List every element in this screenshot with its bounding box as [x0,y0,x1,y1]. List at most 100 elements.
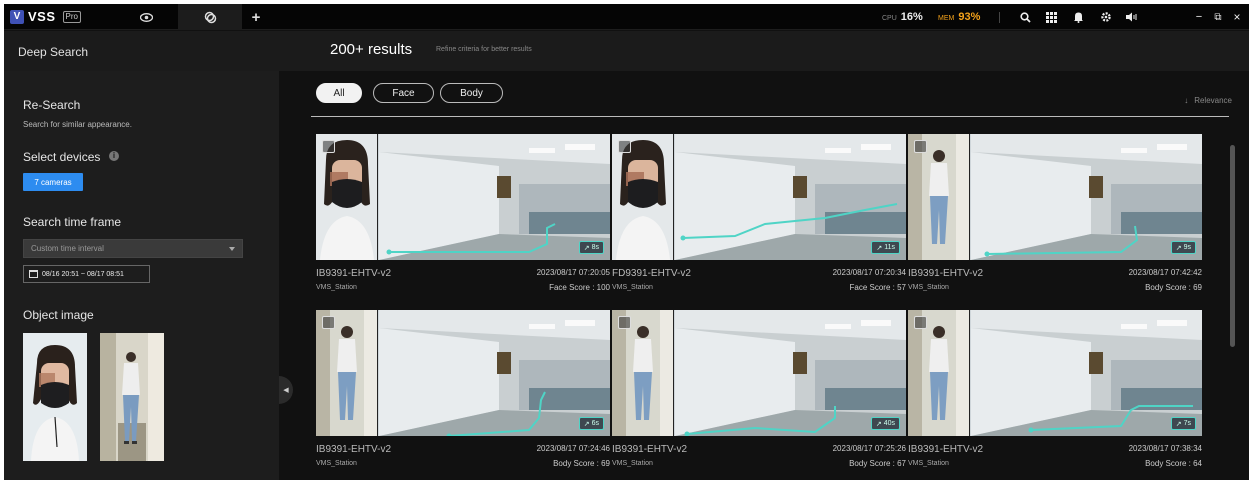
result-thumbnail[interactable]: ↗ 40s [612,310,906,436]
camera-name: IB9391-EHTV-v2 [908,268,984,279]
time-frame-title: Search time frame [23,215,122,229]
search-icon[interactable] [1017,9,1033,25]
calendar-icon [29,270,38,278]
duration-value: 11s [884,244,895,251]
results-scrollbar[interactable] [1230,145,1235,347]
tab-live-view[interactable] [114,4,178,30]
filter-chip-body[interactable]: Body [440,83,503,103]
grid-icon[interactable] [1043,9,1059,25]
camera-name: FD9391-EHTV-v2 [612,268,691,279]
cpu-usage: CPU 16% [882,11,923,23]
restore-icon[interactable]: ⧉ [1210,9,1226,25]
page-title: Deep Search [18,45,89,59]
search-criteria-panel: Re-Search Search for similar appearance.… [4,71,279,480]
select-devices-title: Select devices [23,150,101,164]
results-hint: Refine criteria for better results [436,46,532,53]
station-name: VMS_Station [612,460,653,467]
expand-icon[interactable] [322,140,335,153]
minimize-icon[interactable]: − [1191,9,1207,25]
trail-duration-badge: ↗ 9s [1170,241,1196,254]
match-score: Body Score : 64 [1145,459,1202,468]
object-image-body[interactable] [100,333,164,461]
result-thumbnail[interactable]: ↗ 11s [612,134,906,260]
trend-icon: ↗ [583,420,590,428]
cpu-value: 16% [900,11,923,23]
sort-control[interactable]: ↓ Relevance [1184,96,1232,105]
result-card[interactable]: ↗ 8s IB9391-EHTV-v2 2023/08/17 07:20:05 … [316,134,610,299]
close-icon[interactable]: × [1229,9,1245,25]
duration-value: 6s [591,420,599,427]
filter-chip-face[interactable]: Face [373,83,434,103]
add-tab-button[interactable]: + [244,4,268,30]
result-thumbnail[interactable]: ↗ 8s [316,134,610,260]
expand-icon[interactable] [618,140,631,153]
station-name: VMS_Station [908,460,949,467]
result-card[interactable]: ↗ 6s IB9391-EHTV-v2 2023/08/17 07:24:46 … [316,310,610,475]
camera-scene-image [379,310,610,436]
result-card[interactable]: ↗ 11s FD9391-EHTV-v2 2023/08/17 07:20:34… [612,134,906,299]
capture-time: 2023/08/17 07:38:34 [1128,444,1202,453]
station-name: VMS_Station [316,460,357,467]
camera-scene-image [971,134,1202,260]
date-range-value: 08/16 20:51 ~ 08/17 08:51 [42,270,124,278]
trail-duration-badge: ↗ 40s [870,417,900,430]
page-header: Deep Search 200+ results Refine criteria… [4,31,1249,71]
cpu-label: CPU [882,15,897,22]
time-interval-select[interactable]: Custom time interval [23,239,243,258]
trail-duration-badge: ↗ 8s [578,241,604,254]
chevron-down-icon [229,246,235,251]
app-window: V VSS Pro + CPU 16% MEM 93% − ⧉ × Deep S… [4,4,1249,480]
capture-time: 2023/08/17 07:24:46 [536,444,610,453]
filter-chip-all[interactable]: All [316,83,362,103]
trail-duration-badge: ↗ 7s [1170,417,1196,430]
result-thumbnail[interactable]: ↗ 9s [908,134,1202,260]
select-cameras-button[interactable]: 7 cameras [23,173,83,191]
duration-value: 9s [1183,244,1191,251]
match-score: Face Score : 57 [849,283,906,292]
app-logo: V VSS Pro [10,9,81,24]
station-name: VMS_Station [316,284,357,291]
collapse-panel-button[interactable]: ◀ [279,376,293,404]
research-subtitle: Search for similar appearance. [23,120,132,129]
top-bar: V VSS Pro + CPU 16% MEM 93% − ⧉ × [4,4,1249,30]
result-thumbnail[interactable]: ↗ 6s [316,310,610,436]
speaker-icon[interactable] [1123,9,1139,25]
result-card[interactable]: ↗ 7s IB9391-EHTV-v2 2023/08/17 07:38:34 … [908,310,1202,475]
deep-search-icon [204,11,216,23]
expand-icon[interactable] [914,140,927,153]
result-card[interactable]: ↗ 9s IB9391-EHTV-v2 2023/08/17 07:42:42 … [908,134,1202,299]
trend-icon: ↗ [1175,420,1182,428]
gear-icon[interactable] [1098,9,1114,25]
camera-scene-image [379,134,610,260]
mem-value: 93% [958,11,981,23]
bell-icon[interactable] [1070,9,1086,25]
info-icon[interactable]: i [109,151,119,161]
match-score: Body Score : 69 [553,459,610,468]
expand-icon[interactable] [618,316,631,329]
camera-scene-image [971,310,1202,436]
trail-duration-badge: ↗ 11s [871,241,900,254]
trend-icon: ↗ [876,244,883,252]
expand-icon[interactable] [322,316,335,329]
expand-icon[interactable] [914,316,927,329]
results-count: 200+ results [330,41,413,58]
logo-badge: Pro [62,10,81,23]
duration-value: 8s [591,244,599,251]
research-title: Re-Search [23,98,81,112]
station-name: VMS_Station [612,284,653,291]
sort-label: Relevance [1194,96,1232,105]
result-thumbnail[interactable]: ↗ 7s [908,310,1202,436]
mem-usage: MEM 93% [938,11,980,23]
camera-name: IB9391-EHTV-v2 [908,444,984,455]
logo-text: VSS [28,9,56,24]
object-image-face[interactable] [23,333,87,461]
date-range-picker[interactable]: 08/16 20:51 ~ 08/17 08:51 [23,265,150,283]
match-score: Body Score : 69 [1145,283,1202,292]
results-area: All Face Body ↓ Relevance ↗ 8s IB9391-EH… [293,71,1249,480]
tab-deep-search[interactable] [178,4,242,30]
arrow-down-icon: ↓ [1184,96,1189,105]
result-card[interactable]: ↗ 40s IB9391-EHTV-v2 2023/08/17 07:25:26… [612,310,906,475]
capture-time: 2023/08/17 07:42:42 [1128,268,1202,277]
capture-time: 2023/08/17 07:20:34 [832,268,906,277]
duration-value: 7s [1183,420,1191,427]
